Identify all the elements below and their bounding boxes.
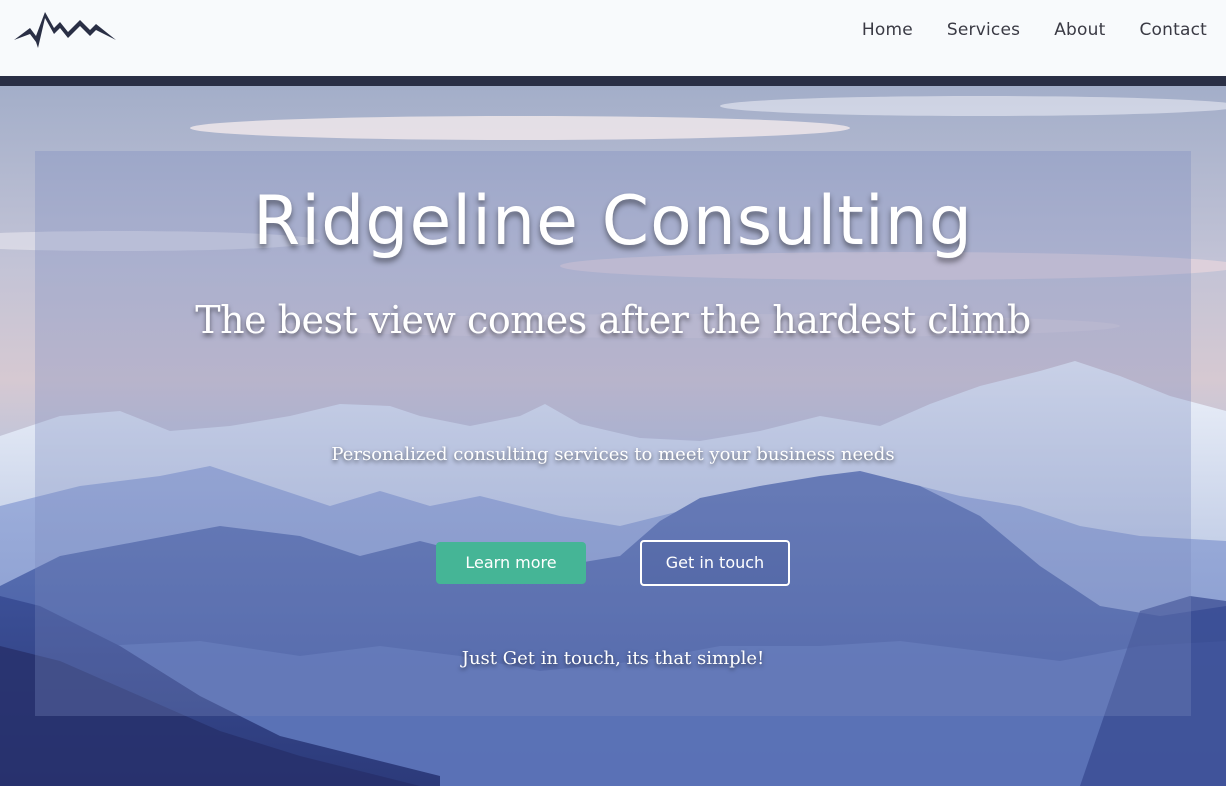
- hero-tagline: The best view comes after the hardest cl…: [195, 298, 1031, 342]
- hero-title: Ridgeline Consulting: [252, 182, 974, 261]
- hero-subtitle: Personalized consulting services to meet…: [331, 444, 895, 465]
- navbar: Home Services About Contact: [0, 0, 1226, 76]
- mountain-logo-icon[interactable]: [12, 6, 118, 52]
- get-in-touch-button[interactable]: Get in touch: [640, 540, 790, 586]
- nav-home[interactable]: Home: [862, 20, 913, 40]
- nav-divider: [0, 76, 1226, 86]
- nav-contact[interactable]: Contact: [1139, 20, 1207, 40]
- learn-more-button[interactable]: Learn more: [436, 542, 586, 584]
- hero-section: Ridgeline Consulting The best view comes…: [0, 86, 1226, 786]
- main-nav: Home Services About Contact: [828, 20, 1207, 40]
- hero-footer-text: Just Get in touch, its that simple!: [461, 648, 765, 669]
- nav-about[interactable]: About: [1054, 20, 1105, 40]
- nav-services[interactable]: Services: [947, 20, 1020, 40]
